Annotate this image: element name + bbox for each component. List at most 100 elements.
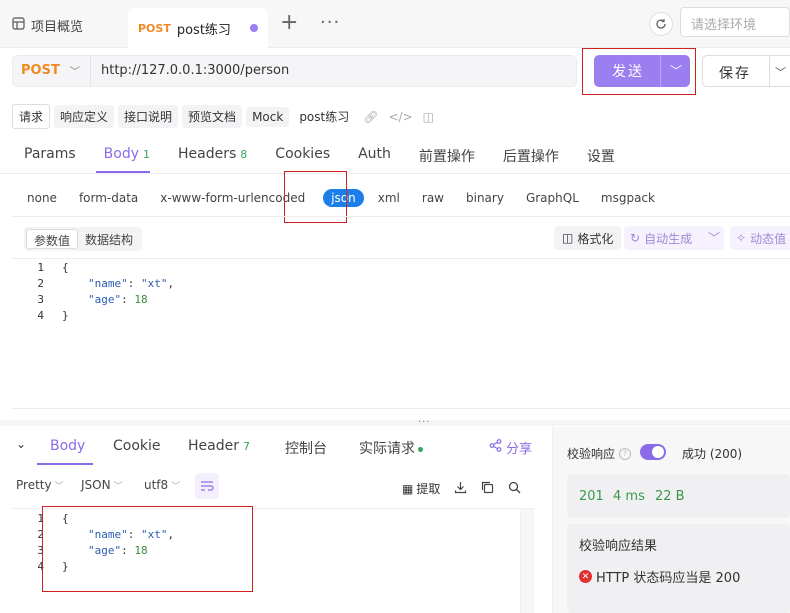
panel-icon[interactable]: ◫ — [423, 110, 434, 124]
refresh-icon[interactable] — [649, 12, 673, 36]
doc-title[interactable]: post练习 — [293, 105, 355, 128]
body-type-form-data[interactable]: form-data — [79, 191, 138, 205]
new-tab-button[interactable]: + — [280, 12, 298, 34]
doc-icons: 🔗︎ </> ◫ — [363, 110, 434, 124]
more-tabs-button[interactable]: ··· — [320, 12, 340, 33]
response-tab-body[interactable]: Body — [50, 438, 85, 454]
encoding-select[interactable]: utf8 ﹀ — [144, 478, 180, 492]
validate-toggle[interactable] — [640, 444, 666, 460]
search-icon[interactable] — [508, 481, 521, 497]
grid-icon — [12, 17, 25, 34]
tab-body[interactable]: Body 1 — [104, 146, 150, 174]
tab-label: Body — [50, 438, 86, 454]
save-button[interactable]: 保存 ﹀ — [702, 55, 790, 87]
validation-status[interactable]: 成功 (200) — [682, 445, 742, 462]
body-type-none[interactable]: none — [27, 191, 57, 205]
tab-headers[interactable]: Headers 8 — [178, 146, 247, 174]
tab-auth[interactable]: Auth — [358, 146, 391, 174]
json-key: "age" — [88, 293, 122, 306]
tab-cookies[interactable]: Cookies — [275, 146, 330, 174]
body-type-binary[interactable]: binary — [466, 191, 504, 205]
tab-label: Cookie — [113, 438, 161, 454]
dynamic-value-label: 动态值 — [750, 231, 787, 246]
tab-params[interactable]: Params — [24, 146, 76, 174]
select-value: utf8 — [144, 478, 169, 492]
body-type-msgpack[interactable]: msgpack — [601, 191, 655, 205]
tab-project-overview[interactable]: 项目概览 — [12, 16, 83, 35]
doc-tab-description[interactable]: 接口说明 — [118, 105, 179, 128]
select-value: Pretty — [16, 478, 52, 492]
divider — [769, 56, 770, 86]
response-size: 22 B — [655, 489, 685, 504]
request-tabs: Params Body 1 Headers 8 Cookies Auth 前置操作 … — [24, 146, 643, 174]
response-tab-actual-request[interactable]: 实际请求 — [359, 438, 423, 458]
chevron-down-icon[interactable]: ﹀ — [775, 64, 786, 80]
response-tab-header[interactable]: Header 7 — [188, 438, 250, 454]
tab-label: 前置操作 — [418, 149, 475, 165]
auto-generate-label: 自动生成 — [644, 231, 693, 246]
method-label: POST — [21, 63, 60, 78]
format-button[interactable]: ◫ 格式化 — [554, 226, 622, 250]
doc-tab-preview[interactable]: 预览文档 — [182, 105, 243, 128]
chevron-down-icon: ﹀ — [69, 67, 80, 78]
validation-text: HTTP 状态码应当是 200 — [596, 571, 741, 586]
panel-splitter[interactable] — [0, 420, 790, 426]
segment-schema[interactable]: 数据结构 — [78, 229, 140, 249]
collapse-chevron-icon[interactable]: ⌄ — [16, 437, 26, 451]
share-button[interactable]: 分享 — [489, 438, 532, 457]
doc-tab-response-def[interactable]: 响应定义 — [54, 105, 115, 128]
help-icon[interactable]: ? — [619, 447, 632, 460]
body-type-xml[interactable]: xml — [378, 191, 400, 205]
response-tab-console[interactable]: 控制台 — [285, 438, 327, 458]
tab-post-practice[interactable]: POST post练习 — [128, 8, 268, 48]
results-title: 校验响应结果 — [579, 539, 658, 554]
link-icon[interactable]: 🔗︎ — [363, 110, 378, 124]
code-icon[interactable]: </> — [388, 110, 412, 124]
scrollbar[interactable] — [520, 509, 534, 613]
response-tab-cookie[interactable]: Cookie — [113, 438, 161, 454]
segment-values[interactable]: 参数值 — [26, 229, 79, 249]
tab-settings[interactable]: 设置 — [587, 146, 615, 174]
extract-button[interactable]: ▦ 提取 — [402, 480, 440, 497]
url-input[interactable]: http://127.0.0.1:3000/person — [101, 63, 289, 78]
save-label: 保存 — [719, 66, 751, 82]
auto-generate-button[interactable]: ↻ 自动生成 ﹀ — [624, 226, 724, 250]
method-select[interactable]: POST ﹀ — [21, 63, 80, 78]
divider — [90, 56, 91, 86]
dynamic-value-button[interactable]: ✧ 动态值 — [730, 226, 790, 250]
response-stats: 201 4 ms 22 B — [567, 474, 790, 518]
copy-icon[interactable] — [481, 481, 494, 497]
doc-tabs: 请求 响应定义 接口说明 预览文档 Mock post练习 🔗︎ </> ◫ — [12, 104, 434, 129]
tab-label: Header — [188, 438, 239, 454]
drag-handle-icon[interactable]: ··· — [418, 417, 431, 428]
count-badge: 1 — [143, 148, 151, 161]
line-number: 1 — [37, 261, 44, 274]
count-badge: 8 — [240, 148, 248, 161]
tab-label: 项目概览 — [31, 20, 84, 35]
language-select[interactable]: JSON ﹀ — [81, 478, 123, 492]
chevron-down-icon[interactable]: ﹀ — [708, 229, 720, 246]
url-bar: POST ﹀ http://127.0.0.1:3000/person — [12, 55, 577, 87]
chevron-down-icon: ﹀ — [171, 482, 181, 492]
tab-post-script[interactable]: 后置操作 — [503, 146, 559, 174]
tab-label: 设置 — [586, 149, 615, 165]
body-type-graphql[interactable]: GraphQL — [526, 191, 579, 205]
word-wrap-icon[interactable] — [195, 473, 219, 499]
line-number: 4 — [37, 309, 44, 322]
download-icon[interactable] — [454, 481, 467, 497]
environment-select[interactable]: 请选择环境 — [680, 7, 790, 37]
body-type-raw[interactable]: raw — [422, 191, 444, 205]
tab-bar: 项目概览 POST post练习 + ··· 请选择环境 — [0, 0, 790, 48]
count-badge: 7 — [242, 440, 250, 453]
tab-pre-script[interactable]: 前置操作 — [419, 146, 475, 174]
refresh-icon: ↻ — [630, 231, 641, 245]
response-actions: ▦ 提取 — [402, 480, 521, 497]
doc-tab-mock[interactable]: Mock — [246, 106, 290, 127]
format-label: 格式化 — [577, 231, 614, 246]
unsaved-dot-icon[interactable] — [250, 24, 258, 32]
request-body-editor[interactable]: 1 2 3 4 { "name": "xt", "age": 18 } — [12, 259, 790, 409]
tab-label: 实际请求 — [359, 441, 415, 457]
line-number: 2 — [37, 277, 44, 290]
view-mode-select[interactable]: Pretty ﹀ — [16, 478, 64, 492]
doc-tab-request[interactable]: 请求 — [12, 104, 51, 129]
